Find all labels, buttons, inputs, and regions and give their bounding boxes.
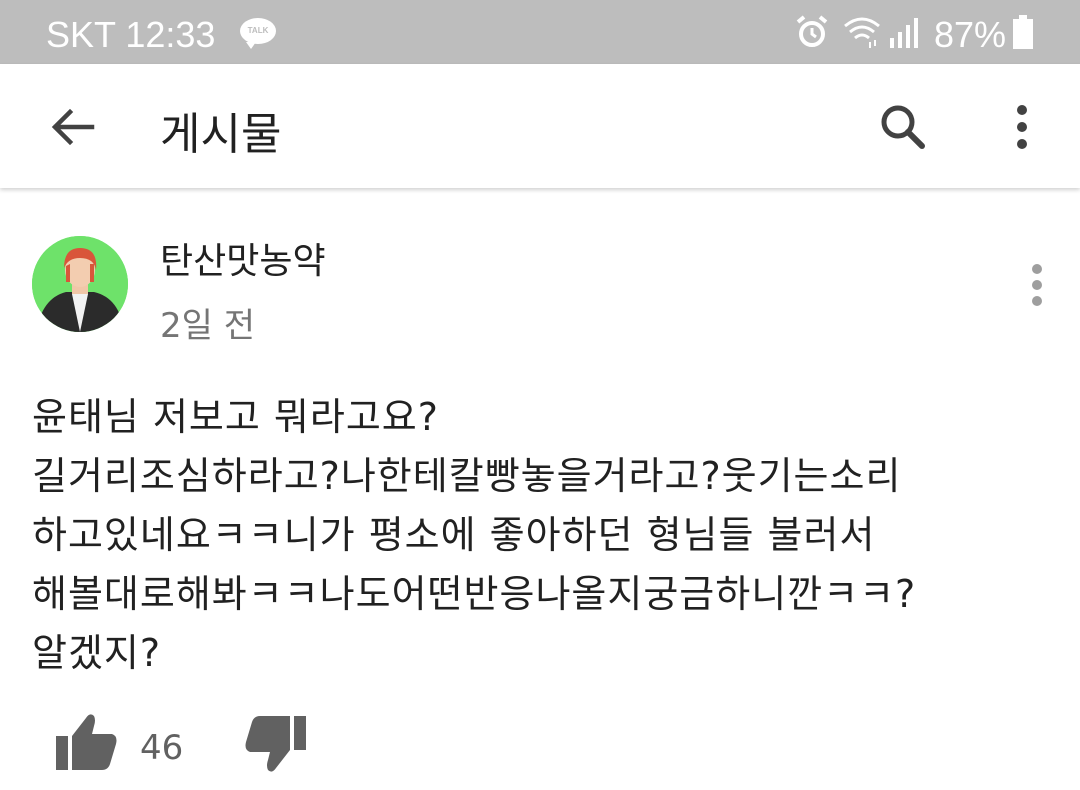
thumb-up-icon[interactable] xyxy=(52,708,122,778)
more-vert-icon[interactable] xyxy=(1010,260,1064,314)
avatar-illustration xyxy=(32,236,128,332)
page-title: 게시물 xyxy=(160,109,282,160)
carrier-time: SKT 12:33 xyxy=(46,14,216,55)
battery-icon xyxy=(1013,15,1033,49)
search-icon[interactable] xyxy=(870,94,936,160)
post-body: 윤태님 저보고 뭐라고요? 길거리조심하라고?나한테칼빵놓을거라고?웃기는소리 … xyxy=(32,395,917,675)
status-bar: SKT 12:33 TALK 87% xyxy=(0,0,1080,64)
kakaotalk-icon: TALK xyxy=(240,18,276,49)
more-vert-icon[interactable] xyxy=(990,94,1056,160)
back-arrow-icon[interactable] xyxy=(40,94,106,160)
like-count: 46 xyxy=(140,728,184,768)
post-time: 2일 전 xyxy=(160,306,255,346)
signal-icon xyxy=(890,18,918,48)
battery-percent: 87% xyxy=(934,14,1007,55)
author-name[interactable]: 탄산맛농약 xyxy=(160,232,326,284)
alarm-icon xyxy=(796,15,828,47)
app-bar: 게시물 xyxy=(0,64,1080,188)
thumb-down-icon[interactable] xyxy=(240,708,310,778)
avatar[interactable] xyxy=(32,236,128,332)
wifi-icon xyxy=(844,17,880,48)
